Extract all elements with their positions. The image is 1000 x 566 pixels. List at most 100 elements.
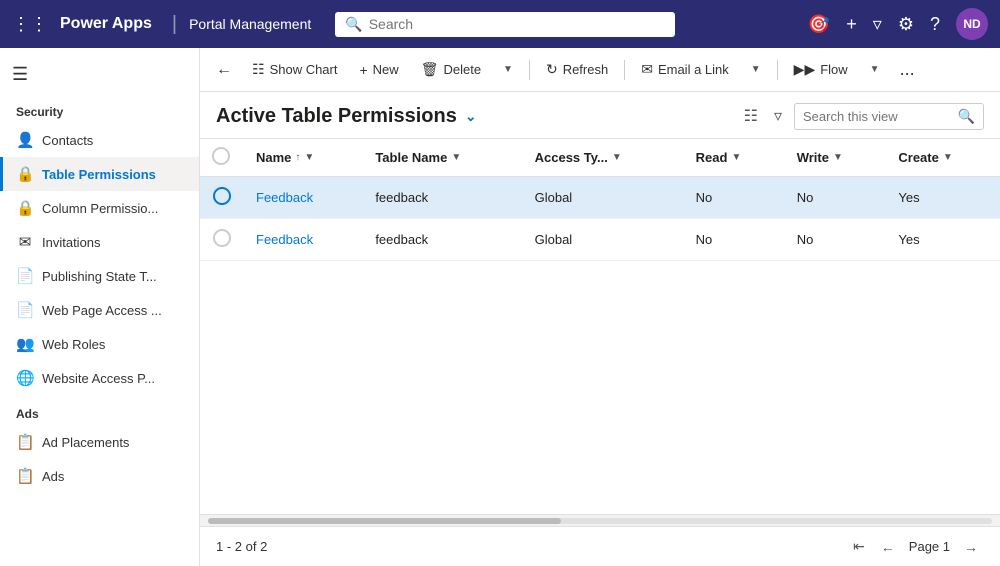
- content-area: ← ☷ Show Chart + New 🗑 Delete ▼ ↻ Refres…: [200, 48, 1000, 566]
- settings-icon[interactable]: ⚙: [898, 14, 914, 35]
- row-read-0: No: [684, 177, 785, 219]
- flow-icon: ▶▶: [794, 61, 816, 78]
- toolbar-separator-1: [529, 60, 530, 80]
- sidebar-item-ad-placements[interactable]: 📋Ad Placements: [0, 425, 199, 459]
- search-view-box: 🔍: [794, 103, 984, 130]
- column-permissions-icon: 🔒: [16, 199, 34, 217]
- nav-divider: |: [172, 13, 177, 36]
- flow-dropdown-button[interactable]: ▼: [860, 59, 890, 80]
- scrollbar-track[interactable]: [208, 518, 992, 524]
- email-dropdown-button[interactable]: ▼: [741, 59, 771, 80]
- filter-rows-icon[interactable]: ▿: [770, 102, 786, 130]
- row-selector-1[interactable]: [200, 219, 244, 261]
- table-row[interactable]: FeedbackfeedbackGlobalNoNoYes: [200, 177, 1000, 219]
- record-count: 1 - 2 of 2: [216, 539, 267, 554]
- sidebar-item-column-permissions[interactable]: 🔒 Column Permissio...: [0, 191, 199, 225]
- header-checkbox: [212, 147, 230, 165]
- title-dropdown-chevron[interactable]: ⌄: [465, 108, 477, 125]
- prev-page-button[interactable]: ←: [875, 535, 901, 559]
- view-selector-icon[interactable]: ☷: [740, 102, 762, 130]
- row-read-1: No: [684, 219, 785, 261]
- chart-icon: ☷: [252, 61, 265, 78]
- column-permissions-label: Column Permissio...: [42, 201, 158, 216]
- new-button[interactable]: + New: [349, 57, 408, 83]
- contacts-label: Contacts: [42, 133, 93, 148]
- table-header-actions: ☷ ▿ 🔍: [740, 102, 984, 130]
- table-header: Name ↑ ▼ Table Name ▼: [200, 139, 1000, 177]
- next-page-button[interactable]: →: [958, 535, 984, 559]
- trash-icon: 🗑: [421, 61, 439, 78]
- sidebar-item-web-roles[interactable]: 👥Web Roles: [0, 327, 199, 361]
- delete-button[interactable]: 🗑 Delete: [411, 56, 491, 83]
- table-permissions-label: Table Permissions: [42, 167, 156, 182]
- sidebar-toggle[interactable]: ☰: [0, 56, 199, 93]
- first-page-button[interactable]: ⇤: [847, 534, 871, 559]
- website-access-label: Website Access P...: [42, 371, 155, 386]
- ads-icon: 📋: [16, 467, 34, 485]
- email-link-button[interactable]: ✉ Email a Link: [631, 56, 739, 83]
- toolbar-separator-3: [777, 60, 778, 80]
- top-navigation: ⋮⋮ Power Apps | Portal Management 🔍 🎯 + …: [0, 0, 1000, 48]
- search-view-input[interactable]: [803, 109, 952, 124]
- col-sort-icon-3: ▼: [731, 152, 741, 163]
- web-roles-icon: 👥: [16, 335, 34, 353]
- chevron-down-icon-2: ▼: [751, 64, 761, 75]
- search-view-button[interactable]: 🔍: [958, 108, 975, 125]
- row-selector-0[interactable]: [200, 177, 244, 219]
- filter-icon[interactable]: ▿: [873, 14, 882, 35]
- table-permissions-icon: 🔒: [16, 165, 34, 183]
- row-name-0[interactable]: Feedback: [244, 177, 363, 219]
- data-table-wrapper: Name ↑ ▼ Table Name ▼: [200, 139, 1000, 514]
- row-accessType-1: Global: [523, 219, 684, 261]
- col-header-table-name[interactable]: Table Name ▼: [363, 139, 522, 177]
- sidebar-item-table-permissions[interactable]: 🔒 Table Permissions: [0, 157, 199, 191]
- table-row[interactable]: FeedbackfeedbackGlobalNoNoYes: [200, 219, 1000, 261]
- back-button[interactable]: ←: [208, 56, 240, 84]
- target-icon[interactable]: 🎯: [808, 14, 830, 35]
- sidebar-item-invitations[interactable]: ✉ Invitations: [0, 225, 199, 259]
- refresh-button[interactable]: ↻ Refresh: [536, 56, 618, 83]
- sidebar-item-website-access[interactable]: 🌐Website Access P...: [0, 361, 199, 395]
- row-write-1: No: [785, 219, 887, 261]
- flow-button[interactable]: ▶▶ Flow: [784, 56, 858, 83]
- add-icon[interactable]: +: [846, 14, 857, 35]
- publishing-state-icon: 📄: [16, 267, 34, 285]
- search-icon: 🔍: [345, 16, 362, 33]
- sidebar-item-publishing-state[interactable]: 📄Publishing State T...: [0, 259, 199, 293]
- invitations-icon: ✉: [16, 233, 34, 251]
- col-header-create[interactable]: Create ▼: [886, 139, 1000, 177]
- row-write-0: No: [785, 177, 887, 219]
- global-search-input[interactable]: [369, 16, 666, 32]
- invitations-label: Invitations: [42, 235, 101, 250]
- app-title: Power Apps: [60, 15, 152, 33]
- avatar[interactable]: ND: [956, 8, 988, 40]
- show-chart-button[interactable]: ☷ Show Chart: [242, 56, 347, 83]
- toolbar-separator-2: [624, 60, 625, 80]
- select-all-header[interactable]: [200, 139, 244, 177]
- row-name-1[interactable]: Feedback: [244, 219, 363, 261]
- delete-dropdown-button[interactable]: ▼: [493, 59, 523, 80]
- nav-right-icons: 🎯 + ▿ ⚙ ? ND: [808, 8, 988, 40]
- sidebar: ☰ Security👤Contacts🔒Table Permissions🔒Co…: [0, 48, 200, 566]
- more-options-button[interactable]: ...: [892, 54, 923, 85]
- row-radio-0[interactable]: [213, 187, 231, 205]
- chevron-down-icon: ▼: [503, 64, 513, 75]
- page-label: Page 1: [909, 539, 950, 554]
- row-accessType-0: Global: [523, 177, 684, 219]
- col-header-access-type[interactable]: Access Ty... ▼: [523, 139, 684, 177]
- table-title: Active Table Permissions ⌄: [216, 105, 477, 128]
- refresh-icon: ↻: [546, 61, 558, 78]
- col-header-write[interactable]: Write ▼: [785, 139, 887, 177]
- sidebar-item-ads[interactable]: 📋Ads: [0, 459, 199, 493]
- sidebar-item-web-page-access[interactable]: 📄Web Page Access ...: [0, 293, 199, 327]
- contacts-icon: 👤: [16, 131, 34, 149]
- sidebar-item-contacts[interactable]: 👤 Contacts: [0, 123, 199, 157]
- waffle-icon[interactable]: ⋮⋮: [12, 14, 48, 35]
- pagination: ⇤ ← Page 1 →: [847, 534, 984, 559]
- row-radio-1[interactable]: [213, 229, 231, 247]
- main-layout: ☰ Security👤Contacts🔒Table Permissions🔒Co…: [0, 48, 1000, 566]
- col-header-name[interactable]: Name ↑ ▼: [244, 139, 363, 177]
- scrollbar-thumb[interactable]: [208, 518, 561, 524]
- col-header-read[interactable]: Read ▼: [684, 139, 785, 177]
- help-icon[interactable]: ?: [930, 14, 940, 35]
